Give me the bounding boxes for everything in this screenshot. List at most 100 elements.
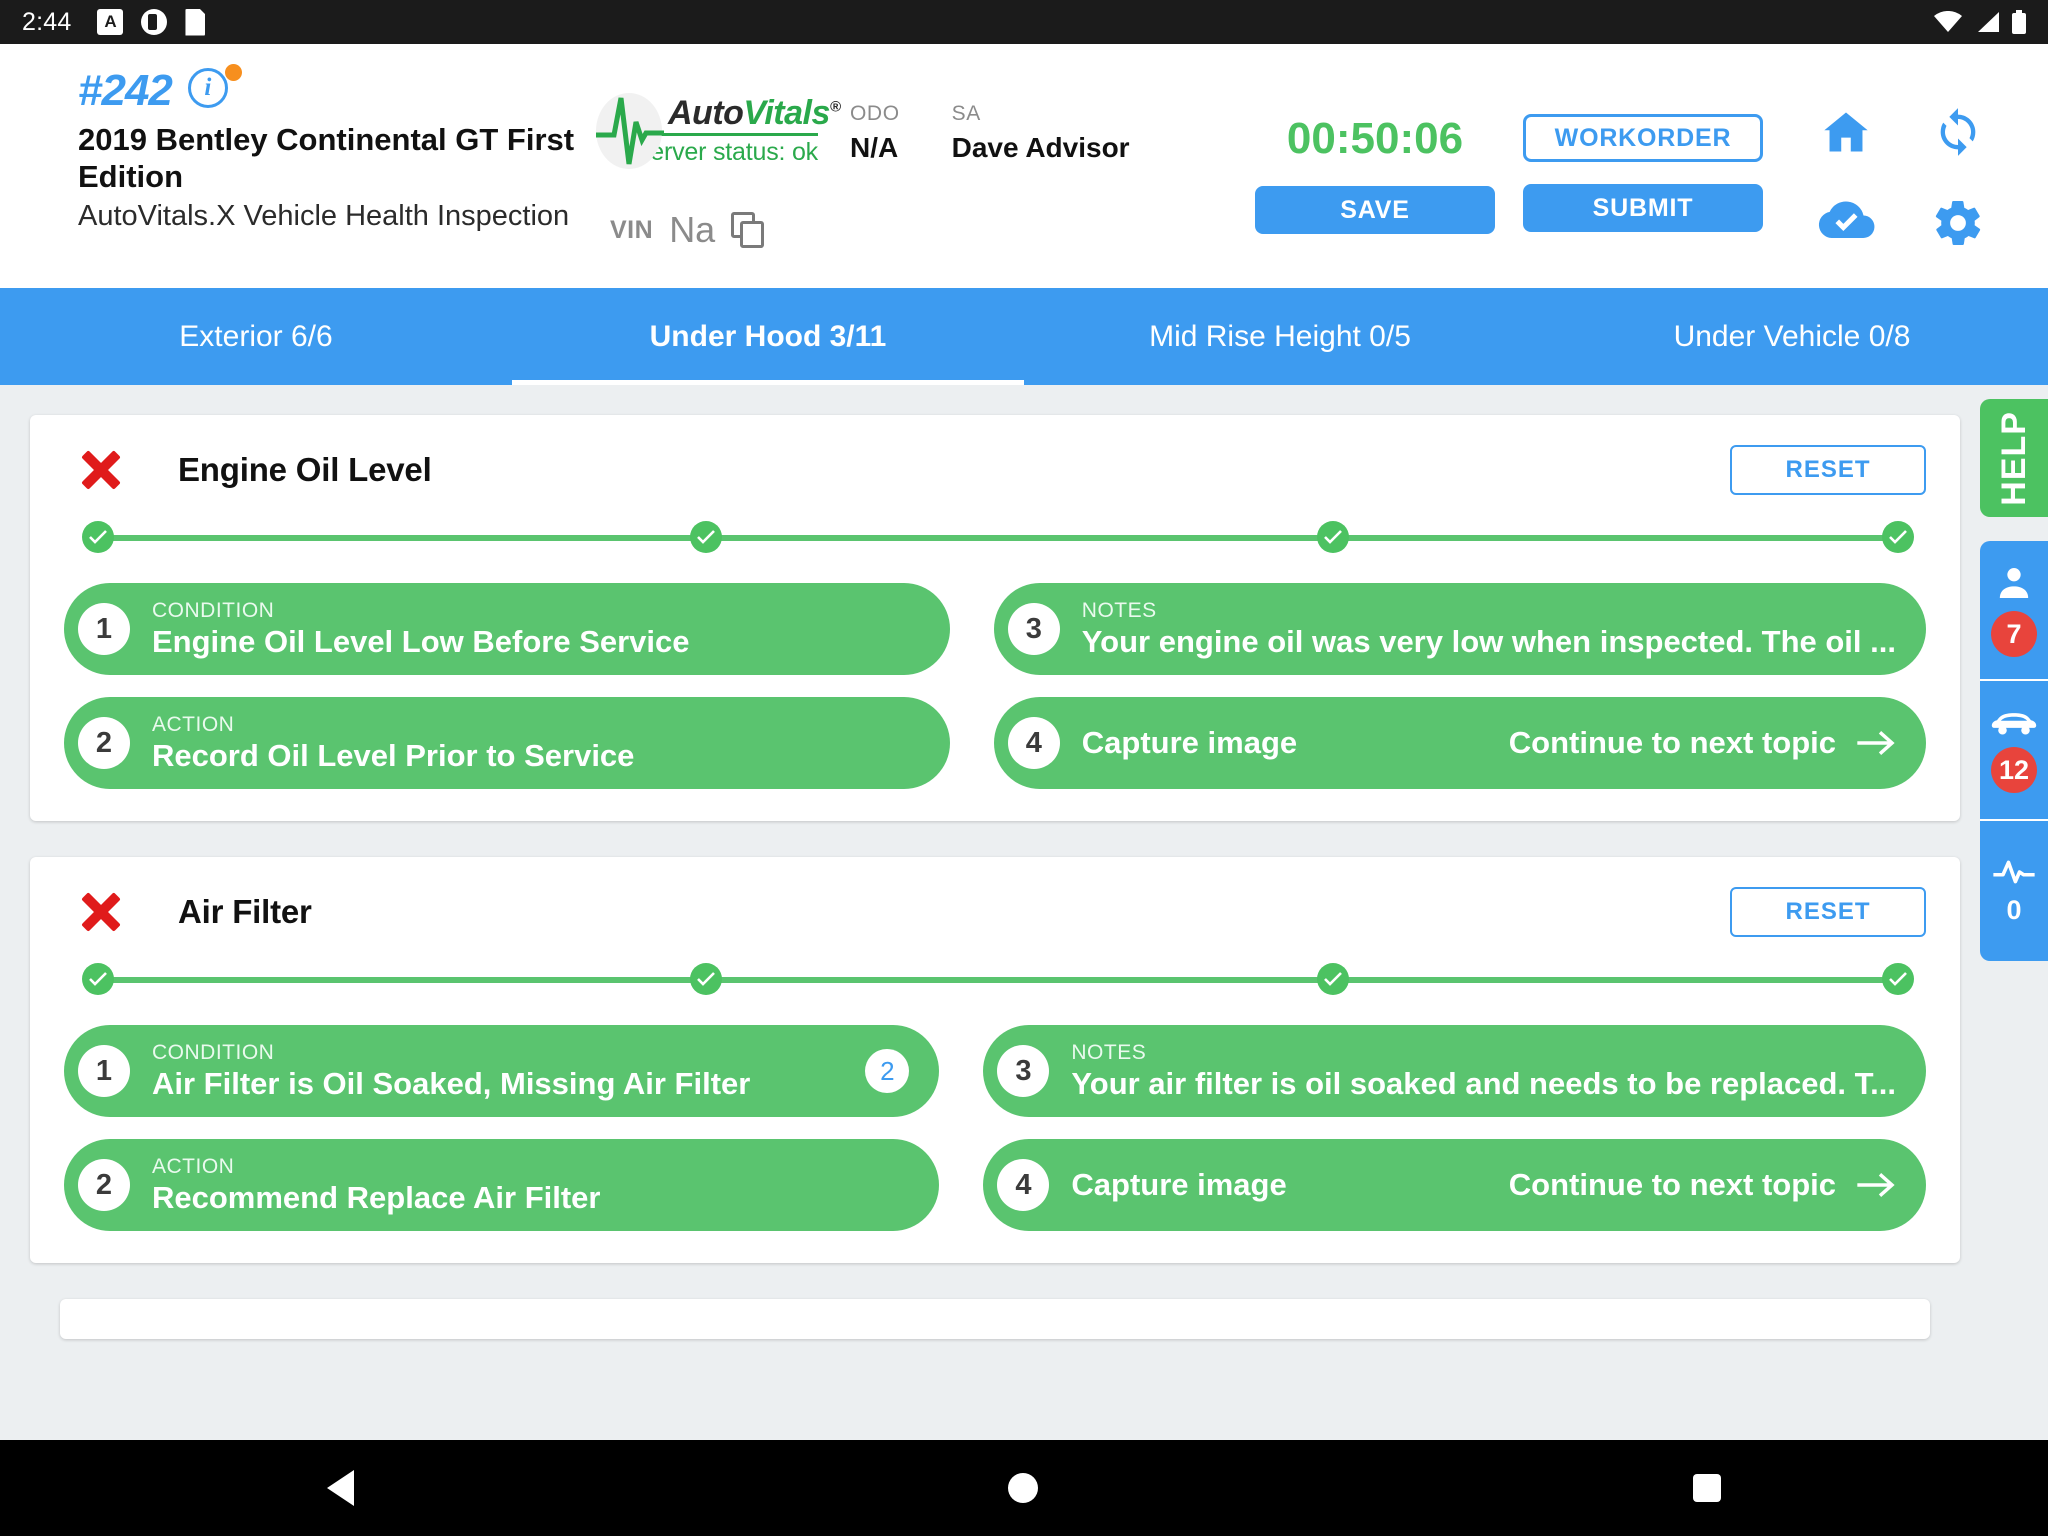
copy-icon[interactable] xyxy=(731,212,765,248)
app-icon xyxy=(141,9,168,35)
next-card-partial[interactable] xyxy=(60,1299,1930,1339)
tab-under-hood[interactable]: Under Hood 3/11 xyxy=(512,288,1024,385)
progress-node-2[interactable] xyxy=(690,963,722,995)
tab-under-vehicle[interactable]: Under Vehicle 0/8 xyxy=(1536,288,2048,385)
inspection-timer: 00:50:06 xyxy=(1286,114,1464,163)
info-badge[interactable]: i xyxy=(187,64,242,114)
capture-image-label: Capture image xyxy=(1071,1167,1287,1202)
workorder-button[interactable]: WORKORDER xyxy=(1523,114,1763,162)
submit-button[interactable]: SUBMIT xyxy=(1523,184,1763,232)
vin-label: VIN xyxy=(610,215,654,244)
notes-pill[interactable]: 3 NOTES Your air filter is oil soaked an… xyxy=(983,1025,1926,1117)
inspection-card-engine-oil-level: Engine Oil Level RESET 1 CONDITION Engin… xyxy=(30,415,1960,821)
section-tabs: Exterior 6/6 Under Hood 3/11 Mid Rise He… xyxy=(0,288,2048,385)
order-number[interactable]: #242 xyxy=(78,66,173,116)
android-nav-bar xyxy=(0,1440,2048,1536)
pill-number: 1 xyxy=(78,1045,130,1097)
condition-pill[interactable]: 1 CONDITION Air Filter is Oil Soaked, Mi… xyxy=(64,1025,940,1117)
action-pill[interactable]: 2 ACTION Recommend Replace Air Filter xyxy=(64,1139,940,1231)
pulse-icon xyxy=(1993,860,2035,883)
gear-icon[interactable] xyxy=(1931,196,1985,250)
vehicle-name: 2019 Bentley Continental GT First Editio… xyxy=(78,122,575,194)
info-icon[interactable]: i xyxy=(187,68,228,108)
pill-number: 1 xyxy=(78,603,130,655)
action-pill[interactable]: 2 ACTION Record Oil Level Prior to Servi… xyxy=(64,697,950,789)
progress-node-2[interactable] xyxy=(690,521,722,553)
card-progress-track xyxy=(82,963,1914,997)
progress-node-1[interactable] xyxy=(82,521,114,553)
red-x-icon xyxy=(78,447,124,493)
arrow-right-icon[interactable] xyxy=(1856,729,1896,757)
vin-field: VIN Na xyxy=(590,209,1030,251)
screenshot-icon: A xyxy=(97,9,124,35)
logo-vitals-text: Vitals xyxy=(743,94,830,132)
signal-icon xyxy=(1978,12,1999,32)
continue-label: Continue to next topic xyxy=(1508,725,1836,760)
back-button[interactable] xyxy=(327,1470,355,1506)
inspection-content: Engine Oil Level RESET 1 CONDITION Engin… xyxy=(0,385,2048,1440)
recents-button[interactable] xyxy=(1692,1474,1721,1502)
pill-number: 2 xyxy=(78,717,130,769)
sync-icon[interactable] xyxy=(1931,106,1985,158)
pill-kicker: NOTES xyxy=(1081,598,1157,622)
card-title: Air Filter xyxy=(178,893,312,930)
progress-node-4[interactable] xyxy=(1882,521,1914,553)
customer-badge: 7 xyxy=(1991,611,2037,657)
rail-item-vehicle[interactable]: 12 xyxy=(1980,681,2048,821)
reset-button[interactable]: RESET xyxy=(1730,445,1926,495)
tab-mid-rise-height[interactable]: Mid Rise Height 0/5 xyxy=(1024,288,1536,385)
right-rail: HELP 7 12 0 xyxy=(1980,385,2048,961)
arrow-right-icon[interactable] xyxy=(1856,1171,1896,1199)
save-button[interactable]: SAVE xyxy=(1255,186,1495,234)
card-title: Engine Oil Level xyxy=(178,451,432,488)
pill-number: 3 xyxy=(1007,603,1060,655)
tab-exterior[interactable]: Exterior 6/6 xyxy=(0,288,512,385)
pill-text: Recommend Replace Air Filter xyxy=(152,1179,601,1215)
notification-dot-icon xyxy=(224,64,242,81)
pill-kicker: ACTION xyxy=(152,1154,235,1178)
sa-label: SA xyxy=(951,102,981,125)
header-left: #242 i 2019 Bentley Continental GT First… xyxy=(0,44,590,234)
header-actions: 00:50:06 SAVE WORKORDER SUBMIT xyxy=(1255,114,1763,234)
wifi-icon xyxy=(1934,11,1962,32)
header-icon-grid xyxy=(1790,106,2014,250)
header-middle: AutoVitals® Server status: ok ODO N/A SA… xyxy=(590,44,1130,251)
capture-image-pill[interactable]: 4 Capture image Continue to next topic xyxy=(993,697,1926,789)
pill-kicker: NOTES xyxy=(1071,1040,1147,1064)
pill-kicker: CONDITION xyxy=(152,598,275,622)
inspection-form-name: AutoVitals.X Vehicle Health Inspection xyxy=(78,200,570,233)
pill-number: 4 xyxy=(997,1159,1050,1211)
pill-kicker: ACTION xyxy=(152,712,235,736)
activity-count: 0 xyxy=(2006,894,2022,925)
progress-node-1[interactable] xyxy=(82,963,114,995)
odo-field: ODO N/A xyxy=(850,102,900,164)
sa-value[interactable]: Dave Advisor xyxy=(952,132,1130,164)
odo-value[interactable]: N/A xyxy=(850,132,900,164)
notes-pill[interactable]: 3 NOTES Your engine oil was very low whe… xyxy=(993,583,1926,675)
progress-node-3[interactable] xyxy=(1317,963,1349,995)
capture-image-label: Capture image xyxy=(1081,725,1298,760)
continue-label: Continue to next topic xyxy=(1508,1167,1836,1202)
condition-pill[interactable]: 1 CONDITION Engine Oil Level Low Before … xyxy=(64,583,950,675)
red-x-icon xyxy=(78,889,124,935)
logo-registered-mark: ® xyxy=(829,98,841,116)
progress-node-3[interactable] xyxy=(1317,521,1349,553)
pill-text: Engine Oil Level Low Before Service xyxy=(152,623,690,659)
condition-count-badge: 2 xyxy=(865,1049,910,1093)
pill-text: Your engine oil was very low when inspec… xyxy=(1081,623,1896,659)
autovitals-logo: AutoVitals® Server status: ok xyxy=(590,93,841,169)
home-button[interactable] xyxy=(1008,1473,1039,1503)
card-progress-track xyxy=(82,521,1914,555)
rail-item-activity[interactable]: 0 xyxy=(1980,821,2048,961)
vin-value[interactable]: Na xyxy=(669,209,715,251)
rail-item-customer[interactable]: 7 xyxy=(1980,541,2048,681)
cloud-check-icon[interactable] xyxy=(1816,196,1876,244)
progress-node-4[interactable] xyxy=(1882,963,1914,995)
home-icon[interactable] xyxy=(1818,106,1874,158)
pill-text: Record Oil Level Prior to Service xyxy=(152,737,635,773)
pill-kicker: CONDITION xyxy=(152,1040,275,1064)
help-button[interactable]: HELP xyxy=(1980,399,2048,517)
sd-card-icon xyxy=(185,8,206,36)
reset-button[interactable]: RESET xyxy=(1730,887,1926,937)
capture-image-pill[interactable]: 4 Capture image Continue to next topic xyxy=(983,1139,1926,1231)
